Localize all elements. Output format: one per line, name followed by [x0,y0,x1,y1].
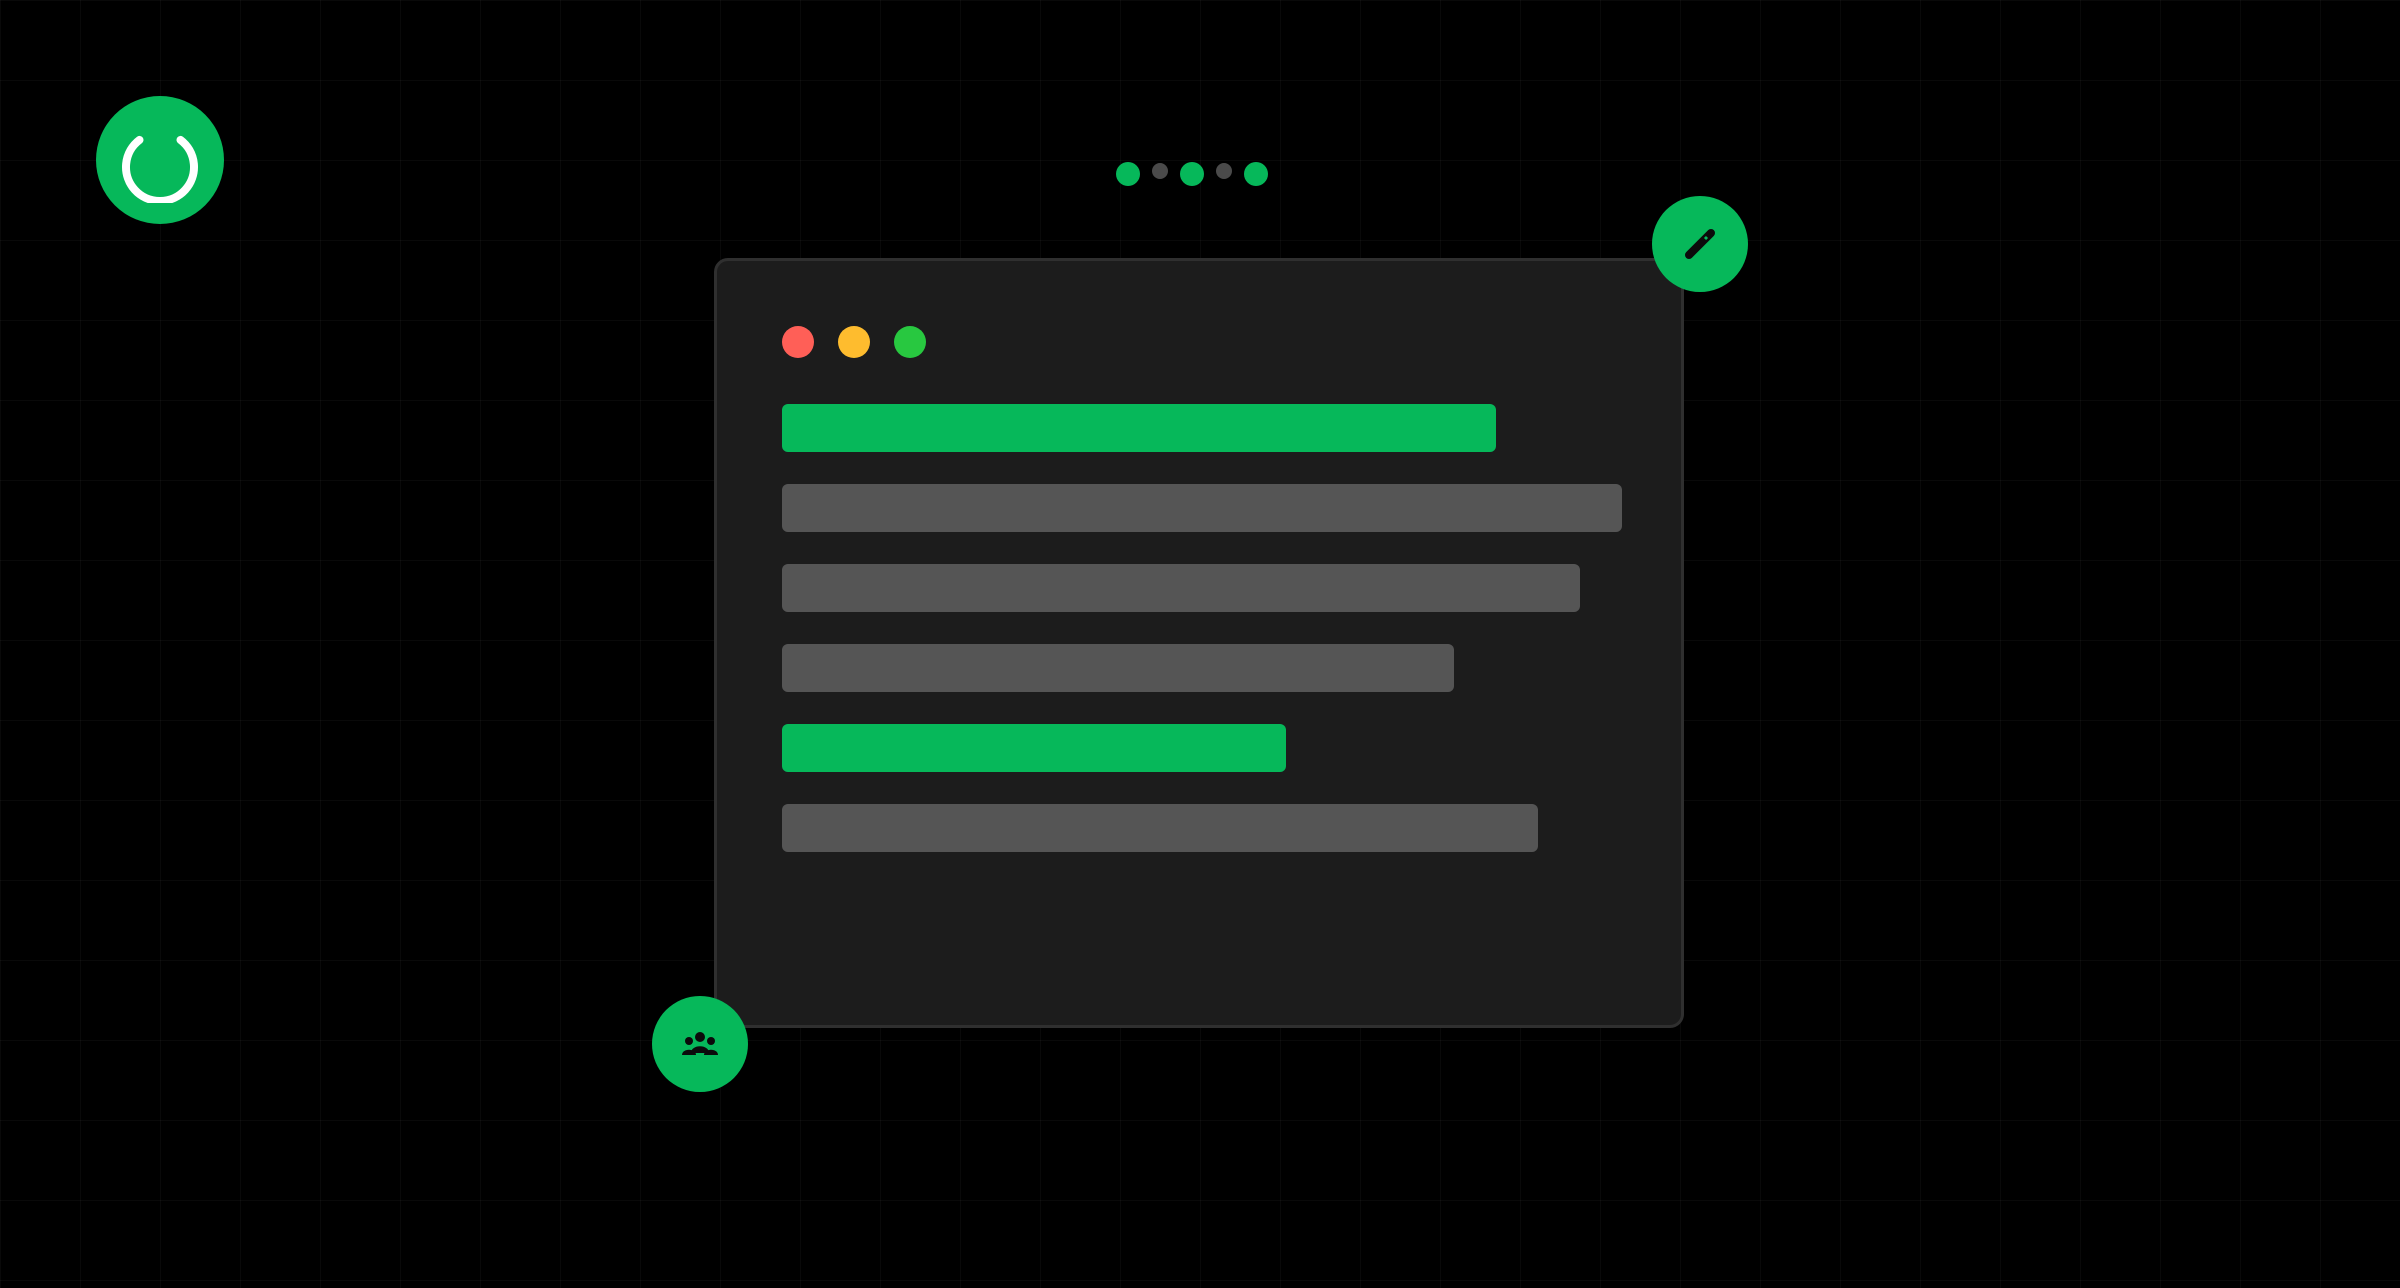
team-icon [682,1032,718,1055]
pencil-icon [1685,229,1715,259]
pagination-dot [1244,162,1268,186]
edit-badge [1652,196,1748,292]
pagination-dot [1180,162,1204,186]
placeholder-line [782,564,1580,612]
app-window [714,258,1684,1028]
placeholder-line-highlight [782,724,1286,772]
placeholder-line [782,804,1538,852]
minimize-window-icon[interactable] [838,326,870,358]
placeholder-line-highlight [782,404,1496,452]
pagination-dots [1116,162,1268,186]
maximize-window-icon[interactable] [894,326,926,358]
loading-spinner-icon [122,135,198,203]
placeholder-line [782,484,1622,532]
placeholder-line [782,644,1454,692]
pagination-dot [1116,162,1140,186]
loading-badge [96,96,224,224]
close-window-icon[interactable] [782,326,814,358]
illustration-canvas [0,0,2400,1288]
team-badge [652,996,748,1092]
pagination-dot [1152,163,1168,179]
window-controls [782,326,926,358]
pagination-dot [1216,163,1232,179]
